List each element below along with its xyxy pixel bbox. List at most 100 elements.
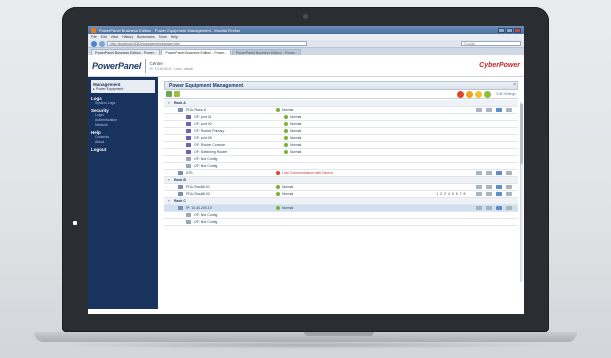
device-name[interactable]: OF: Not Config: [194, 157, 284, 161]
close-window-button[interactable]: [514, 27, 521, 33]
close-icon[interactable]: ×: [513, 82, 516, 88]
device-name[interactable]: OF: Router Console: [194, 143, 284, 147]
sidebar-item[interactable]: System Logs: [91, 101, 155, 106]
forward-icon[interactable]: [99, 40, 105, 47]
group-row[interactable]: ▾ Rack B: [164, 177, 518, 184]
device-name[interactable]: PDU-RackB-02: [186, 192, 276, 196]
minimize-button[interactable]: [498, 27, 505, 33]
equipment-row[interactable]: PDU-Rack-A Normal: [164, 107, 518, 114]
scrollbar-thumb[interactable]: [520, 104, 523, 164]
device-name[interactable]: OF: port 01: [194, 115, 284, 119]
config-icon[interactable]: [486, 185, 492, 189]
menu-item[interactable]: History: [122, 35, 133, 39]
control-icon[interactable]: [476, 108, 482, 112]
status-text: Lost Communication with Device: [282, 171, 333, 175]
equipment-row[interactable]: OF: Not Config: [164, 163, 518, 170]
menu-item[interactable]: Bookmarks: [137, 35, 155, 39]
equipment-row[interactable]: OF: Not Config: [164, 219, 518, 226]
equipment-row[interactable]: OF: port 02 Normal: [164, 121, 518, 128]
control-icon[interactable]: [476, 192, 482, 196]
normal-status-icon: [276, 108, 280, 112]
laptop-shadow: [50, 341, 561, 349]
device-name[interactable]: OF: Not Config: [194, 213, 284, 217]
group-row[interactable]: ▾ Rack A: [164, 100, 518, 107]
menu-item[interactable]: File: [91, 35, 97, 39]
host-name: Center: [149, 60, 164, 66]
add-icon[interactable]: [166, 91, 172, 97]
device-name[interactable]: ATS: [186, 171, 276, 175]
outlet-icon: [186, 115, 191, 119]
equipment-row[interactable]: IP: 10.40.200.10 Normal: [164, 205, 518, 212]
sidebar-item[interactable]: About: [91, 140, 155, 145]
edit-settings-link[interactable]: Edit Settings: [496, 92, 516, 96]
log-icon[interactable]: [496, 108, 502, 112]
menu-item[interactable]: Help: [171, 35, 178, 39]
equipment-row[interactable]: OF: port 01 Normal: [164, 114, 518, 121]
equipment-row[interactable]: OF: port 05 Normal: [164, 135, 518, 142]
delete-icon[interactable]: [506, 108, 512, 112]
refresh-icon[interactable]: [174, 91, 180, 97]
delete-icon[interactable]: [506, 185, 512, 189]
toolbar: Edit Settings: [164, 90, 518, 99]
browser-tab[interactable]: PowerPanel Business Edition - Power...: [91, 49, 161, 55]
sidebar-section-title[interactable]: Logout: [91, 147, 155, 152]
equipment-row[interactable]: PDU-RackB-01 Normal: [164, 184, 518, 191]
sidebar-active-section[interactable]: Management ▸ Power Equipment: [91, 80, 155, 93]
app-header: PowerPanel Center IP: 10.40.80.5 · User:…: [88, 55, 524, 77]
status-text: Normal: [290, 136, 302, 140]
device-name[interactable]: OF: Not Config: [194, 164, 284, 168]
log-icon[interactable]: [496, 171, 502, 175]
back-icon[interactable]: [91, 40, 97, 47]
device-name[interactable]: PDU-RackB-01: [186, 185, 276, 189]
log-icon[interactable]: [496, 192, 502, 196]
status-text: Normal: [282, 206, 294, 210]
minor-filter-icon[interactable]: [475, 90, 483, 98]
maximize-button[interactable]: [506, 27, 513, 33]
config-icon[interactable]: [486, 192, 492, 196]
equipment-row[interactable]: ATS Lost Communication with Device: [164, 170, 518, 177]
device-name[interactable]: OF: Switching Router: [194, 150, 284, 154]
sidebar-item[interactable]: Network: [91, 123, 155, 128]
device-name[interactable]: OF: port 05: [194, 136, 284, 140]
control-icon[interactable]: [476, 185, 482, 189]
row-actions: 1 2 3 4 5 6 7 8: [436, 192, 518, 196]
log-icon[interactable]: [496, 185, 502, 189]
equipment-row[interactable]: OF: Switching Router Normal: [164, 149, 518, 156]
equipment-row[interactable]: OF: Router Console Normal: [164, 142, 518, 149]
device-name[interactable]: IP: 10.40.200.10: [186, 206, 276, 210]
address-bar[interactable]: http://localhost:3052/management/power.h…: [107, 41, 307, 46]
device-name[interactable]: OF: port 02: [194, 122, 284, 126]
critical-filter-icon[interactable]: [457, 90, 465, 98]
normal-filter-icon[interactable]: [484, 90, 492, 98]
normal-status-icon: [284, 136, 288, 140]
pdu-icon: [178, 206, 183, 210]
delete-icon[interactable]: [506, 192, 512, 196]
row-actions: [476, 185, 518, 189]
menu-item[interactable]: Tools: [159, 35, 167, 39]
delete-icon[interactable]: [506, 171, 512, 175]
equipment-row[interactable]: OF: Router Primary Normal: [164, 128, 518, 135]
status-cell: Normal: [284, 136, 404, 140]
config-icon[interactable]: [486, 206, 492, 210]
device-name[interactable]: OF: Router Primary: [194, 129, 284, 133]
group-row[interactable]: ▾ Rack C: [164, 198, 518, 205]
equipment-row[interactable]: OF: Not Config: [164, 212, 518, 219]
laptop-lid: PowerPanel Business Edition - Power Equi…: [62, 7, 549, 332]
warning-filter-icon[interactable]: [466, 90, 474, 98]
control-icon[interactable]: [476, 171, 482, 175]
config-icon[interactable]: [486, 108, 492, 112]
browser-tab-active[interactable]: PowerPanel Business Edition - Power...: [161, 49, 231, 55]
browser-tab[interactable]: PowerPanel Business Edition - Power...: [231, 49, 302, 55]
search-input[interactable]: Google: [461, 41, 521, 46]
menu-item[interactable]: View: [111, 35, 119, 39]
config-icon[interactable]: [486, 171, 492, 175]
device-name[interactable]: PDU-Rack-A: [186, 108, 276, 112]
menu-item[interactable]: Edit: [101, 35, 107, 39]
log-icon[interactable]: [496, 206, 502, 210]
control-icon[interactable]: [476, 206, 482, 210]
equipment-row[interactable]: OF: Not Config: [164, 156, 518, 163]
laptop-notch: [304, 332, 374, 336]
device-name[interactable]: OF: Not Config: [194, 220, 284, 224]
delete-icon[interactable]: [506, 206, 512, 210]
equipment-row[interactable]: PDU-RackB-02 Normal 1 2 3 4 5 6 7 8: [164, 191, 518, 198]
